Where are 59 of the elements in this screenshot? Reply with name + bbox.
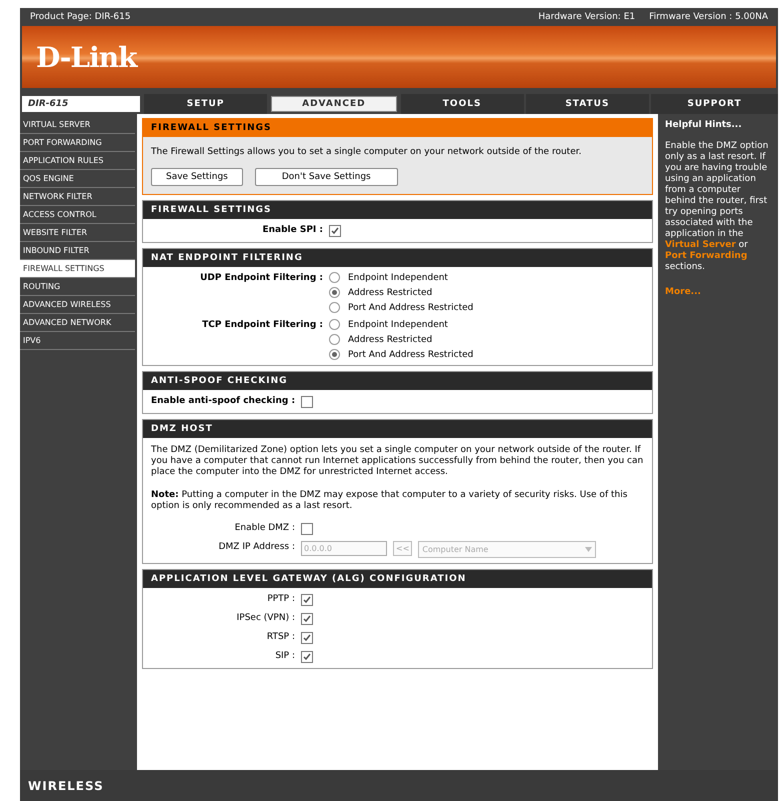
paragraph: The DMZ (Demilitarized Zone) option lets you set a single computer on your network outside of the router. If you have a computer that cannot run Internet applications successfully from behind the router, then you can place the computer into the DMZ for unrestricted Internet access.: [151, 444, 644, 479]
hint-text: or: [738, 240, 748, 250]
option-label: Endpoint Independent: [348, 272, 448, 282]
firmware-version: Firmware Version : 5.00NA: [649, 12, 768, 22]
save-button[interactable]: Save Settings: [151, 168, 243, 186]
field-label: IPSec (VPN) :: [236, 612, 295, 625]
section-title: FIREWALL SETTINGS: [143, 119, 652, 137]
radio-button[interactable]: [329, 334, 340, 345]
logo: D-Link: [36, 40, 137, 74]
field-label: SIP :: [274, 650, 295, 663]
field-label: RTSP :: [266, 631, 295, 644]
field-label: UDP Endpoint Filtering :: [199, 272, 323, 285]
hardware-version: Hardware Version: E1: [538, 12, 636, 22]
dropdown-arrow-icon: [585, 547, 592, 552]
section-title: DMZ HOST: [143, 420, 652, 438]
intro-text: The Firewall Settings allows you to set a single computer on your network outside of the router.: [150, 146, 582, 159]
checkbox[interactable]: [301, 594, 313, 606]
section-title: NAT ENDPOINT FILTERING: [143, 249, 652, 267]
nav-tab[interactable]: STATUS: [526, 94, 649, 114]
footer-label: WIRELESS: [28, 778, 104, 792]
checkbox[interactable]: [329, 225, 341, 237]
more-link[interactable]: More...: [665, 287, 773, 298]
field-label: PPTP :: [266, 593, 295, 606]
nav-tab[interactable]: SUPPORT: [651, 94, 778, 114]
hints-title: Helpful Hints...: [665, 120, 743, 131]
nav-tab[interactable]: SETUP: [144, 94, 268, 114]
checkbox[interactable]: [301, 613, 313, 625]
option-label: Address Restricted: [348, 334, 432, 344]
radio-button[interactable]: [329, 272, 340, 283]
sidebar-item[interactable]: FIREWALL SETTINGS: [20, 260, 135, 278]
checkbox[interactable]: [301, 396, 314, 408]
nav-tab[interactable]: ADVANCED: [271, 96, 396, 112]
option-label: Endpoint Independent: [348, 320, 448, 330]
product-page-label: Product Page: DIR-615: [30, 12, 131, 22]
section-title: FIREWALL SETTINGS: [143, 201, 652, 219]
field-label: Enable DMZ :: [234, 522, 295, 535]
field-label: TCP Endpoint Filtering :: [201, 319, 323, 332]
field-label: Enable anti-spoof checking :: [151, 395, 296, 408]
dont-save-button[interactable]: Don't Save Settings: [254, 168, 398, 186]
hint-link[interactable]: Virtual Server: [665, 240, 736, 250]
checkbox[interactable]: [301, 632, 313, 644]
field-label: Enable SPI :: [261, 224, 323, 237]
section-title: APPLICATION LEVEL GATEWAY (ALG) CONFIGURATION: [143, 570, 652, 588]
checkbox[interactable]: [301, 523, 313, 535]
radio-button[interactable]: [329, 287, 340, 298]
option-label: Address Restricted: [348, 288, 432, 298]
nav-tab[interactable]: TOOLS: [400, 94, 524, 114]
paragraph: Note: Putting a computer in the DMZ may expose that computer to a variety of security risks. Use of this option is only recommended as a last resort.: [151, 489, 628, 513]
option-label: Port And Address Restricted: [348, 350, 474, 360]
radio-button[interactable]: [329, 302, 340, 313]
option-label: Port And Address Restricted: [348, 302, 474, 312]
radio-button[interactable]: [329, 319, 340, 330]
model-label: DIR-615: [22, 96, 140, 112]
hint-link[interactable]: Port Forwarding: [665, 251, 748, 261]
section-title: ANTI-SPOOF CHECKING: [143, 372, 652, 390]
hint-text: sections.: [665, 262, 705, 272]
field-label: DMZ IP Address :: [218, 541, 295, 554]
radio-button[interactable]: [329, 349, 340, 360]
checkbox[interactable]: [301, 651, 313, 663]
